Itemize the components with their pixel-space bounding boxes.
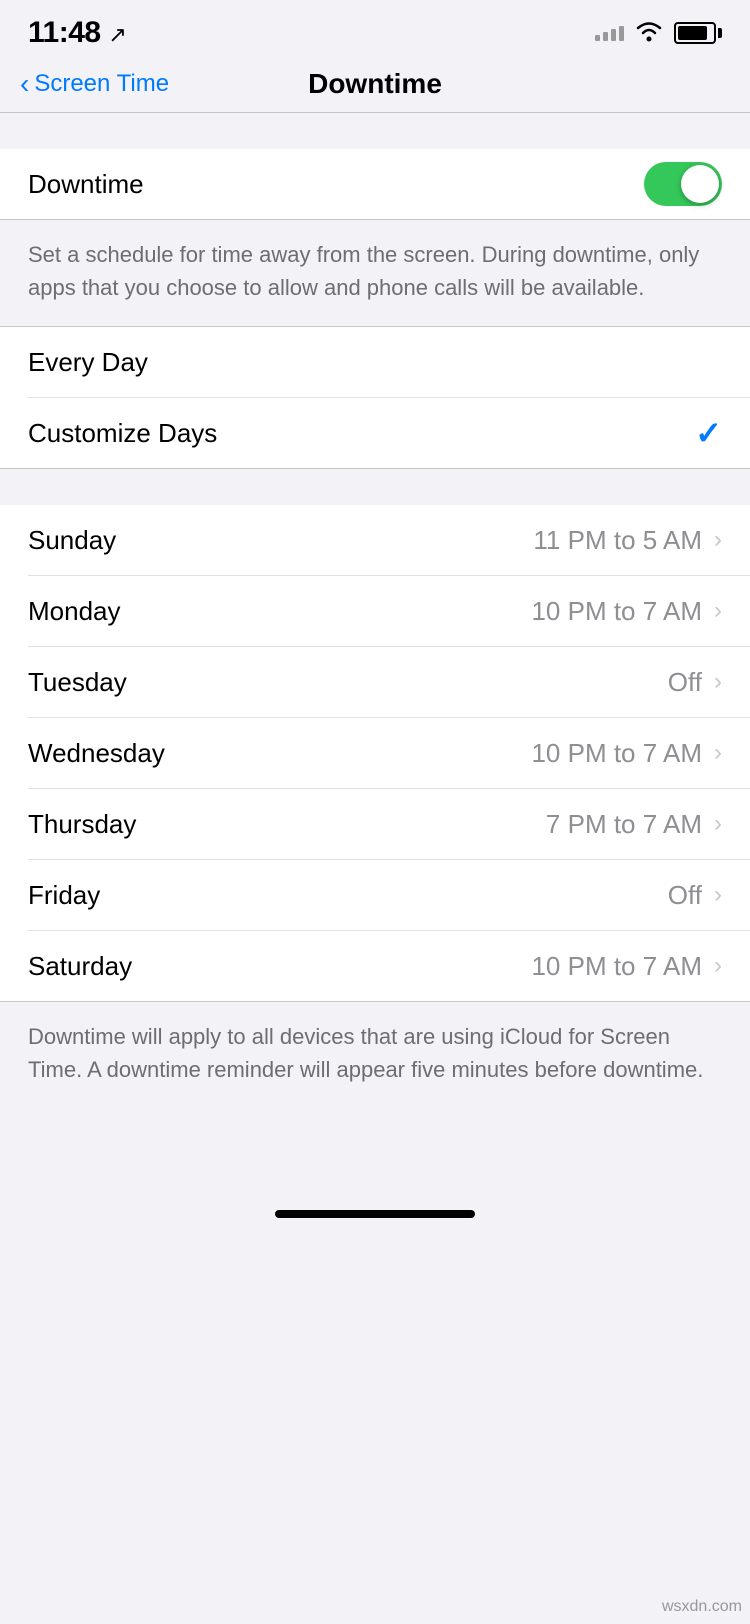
saturday-chevron-icon: › xyxy=(714,952,722,980)
downtime-label: Downtime xyxy=(28,169,144,200)
mid-gap xyxy=(0,469,750,505)
thursday-chevron-icon: › xyxy=(714,810,722,838)
page-title: Downtime xyxy=(308,68,442,100)
top-gap xyxy=(0,113,750,149)
saturday-row[interactable]: Saturday 10 PM to 7 AM › xyxy=(0,931,750,1001)
location-icon: ↗ xyxy=(108,22,126,47)
friday-value: Off › xyxy=(668,880,722,911)
bottom-spacer xyxy=(0,1110,750,1190)
every-day-row[interactable]: Every Day xyxy=(0,327,750,397)
home-indicator xyxy=(0,1190,750,1230)
wednesday-value: 10 PM to 7 AM › xyxy=(531,738,722,769)
tuesday-row[interactable]: Tuesday Off › xyxy=(0,647,750,717)
saturday-schedule: 10 PM to 7 AM xyxy=(531,951,702,982)
every-day-label: Every Day xyxy=(28,347,148,378)
sunday-row[interactable]: Sunday 11 PM to 5 AM › xyxy=(0,505,750,575)
thursday-label: Thursday xyxy=(28,809,136,840)
friday-chevron-icon: › xyxy=(714,881,722,909)
thursday-value: 7 PM to 7 AM › xyxy=(546,809,722,840)
downtime-row: Downtime xyxy=(0,149,750,219)
monday-value: 10 PM to 7 AM › xyxy=(531,596,722,627)
footer-text: Downtime will apply to all devices that … xyxy=(28,1024,703,1082)
nav-bar: ‹ Screen Time Downtime xyxy=(0,60,750,112)
checkmark-icon: ✓ xyxy=(695,414,722,452)
tuesday-schedule: Off xyxy=(668,667,702,698)
schedule-section: Every Day Customize Days ✓ xyxy=(0,327,750,468)
back-button[interactable]: ‹ Screen Time xyxy=(20,70,169,98)
sunday-chevron-icon: › xyxy=(714,526,722,554)
description-text: Set a schedule for time away from the sc… xyxy=(28,242,699,300)
wednesday-label: Wednesday xyxy=(28,738,165,769)
sunday-label: Sunday xyxy=(28,525,116,556)
wednesday-chevron-icon: › xyxy=(714,739,722,767)
days-section: Sunday 11 PM to 5 AM › Monday 10 PM to 7… xyxy=(0,505,750,1001)
monday-row[interactable]: Monday 10 PM to 7 AM › xyxy=(0,576,750,646)
wednesday-schedule: 10 PM to 7 AM xyxy=(531,738,702,769)
monday-schedule: 10 PM to 7 AM xyxy=(531,596,702,627)
wednesday-row[interactable]: Wednesday 10 PM to 7 AM › xyxy=(0,718,750,788)
toggle-knob xyxy=(681,165,719,203)
status-time: 11:48 ↗ xyxy=(28,16,126,50)
wifi-icon xyxy=(634,20,664,47)
back-label: Screen Time xyxy=(34,70,169,98)
customize-days-label: Customize Days xyxy=(28,418,217,449)
tuesday-chevron-icon: › xyxy=(714,668,722,696)
battery-icon xyxy=(674,22,722,44)
tuesday-value: Off › xyxy=(668,667,722,698)
friday-label: Friday xyxy=(28,880,100,911)
description-section: Set a schedule for time away from the sc… xyxy=(0,220,750,326)
signal-icon xyxy=(595,26,624,41)
status-icons xyxy=(595,20,722,47)
monday-label: Monday xyxy=(28,596,121,627)
tuesday-label: Tuesday xyxy=(28,667,127,698)
customize-days-row[interactable]: Customize Days ✓ xyxy=(0,398,750,468)
footer-section: Downtime will apply to all devices that … xyxy=(0,1002,750,1110)
thursday-row[interactable]: Thursday 7 PM to 7 AM › xyxy=(0,789,750,859)
thursday-schedule: 7 PM to 7 AM xyxy=(546,809,702,840)
back-chevron-icon: ‹ xyxy=(20,70,29,98)
status-bar: 11:48 ↗ xyxy=(0,0,750,60)
friday-row[interactable]: Friday Off › xyxy=(0,860,750,930)
downtime-section: Downtime xyxy=(0,149,750,219)
friday-schedule: Off xyxy=(668,880,702,911)
sunday-value: 11 PM to 5 AM › xyxy=(533,525,722,556)
watermark: wsxdn.com xyxy=(662,1598,742,1616)
saturday-value: 10 PM to 7 AM › xyxy=(531,951,722,982)
sunday-schedule: 11 PM to 5 AM xyxy=(533,525,702,556)
saturday-label: Saturday xyxy=(28,951,132,982)
monday-chevron-icon: › xyxy=(714,597,722,625)
home-bar xyxy=(275,1210,475,1218)
downtime-toggle[interactable] xyxy=(644,162,722,206)
